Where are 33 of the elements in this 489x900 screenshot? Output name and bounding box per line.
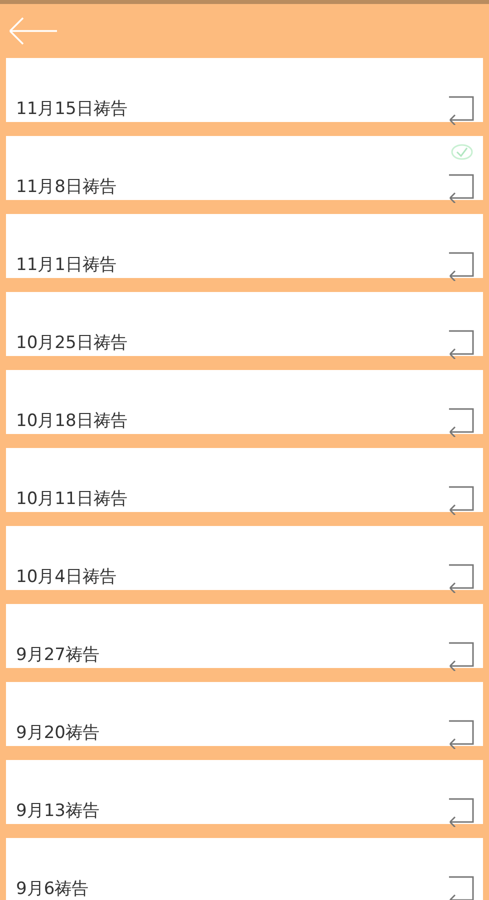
item-title: 11月1日祷告 <box>16 254 116 277</box>
list-item[interactable]: 10月4日祷告 <box>6 526 483 590</box>
return-arrow-icon[interactable] <box>447 485 475 515</box>
list-item[interactable]: 11月1日祷告 <box>6 214 483 278</box>
return-arrow-icon[interactable] <box>447 797 475 827</box>
list-item[interactable]: 9月27祷告 <box>6 604 483 668</box>
list-item[interactable]: 11月15日祷告 <box>6 58 483 122</box>
return-arrow-icon[interactable] <box>447 875 475 900</box>
item-title: 9月20祷告 <box>16 722 100 745</box>
list-item[interactable]: 10月11日祷告 <box>6 448 483 512</box>
list-item[interactable]: 10月18日祷告 <box>6 370 483 434</box>
list-item[interactable]: 9月6祷告 <box>6 838 483 900</box>
item-title: 9月6祷告 <box>16 878 89 900</box>
item-title: 9月13祷告 <box>16 800 100 823</box>
item-title: 10月11日祷告 <box>16 488 128 511</box>
return-arrow-icon[interactable] <box>447 173 475 203</box>
return-arrow-icon[interactable] <box>447 719 475 749</box>
return-arrow-icon[interactable] <box>447 563 475 593</box>
return-arrow-icon[interactable] <box>447 641 475 671</box>
return-arrow-icon[interactable] <box>447 407 475 437</box>
item-title: 10月25日祷告 <box>16 332 128 355</box>
return-arrow-icon[interactable] <box>447 329 475 359</box>
list-item[interactable]: 9月13祷告 <box>6 760 483 824</box>
list-item[interactable]: 9月20祷告 <box>6 682 483 746</box>
list-item[interactable]: 10月25日祷告 <box>6 292 483 356</box>
return-arrow-icon[interactable] <box>447 95 475 125</box>
item-title: 11月8日祷告 <box>16 176 116 199</box>
item-title: 10月4日祷告 <box>16 566 116 589</box>
item-title: 11月15日祷告 <box>16 98 128 121</box>
list-item[interactable]: 11月8日祷告 <box>6 136 483 200</box>
item-title: 10月18日祷告 <box>16 410 128 433</box>
return-arrow-icon[interactable] <box>447 251 475 281</box>
item-title: 9月27祷告 <box>16 644 100 667</box>
